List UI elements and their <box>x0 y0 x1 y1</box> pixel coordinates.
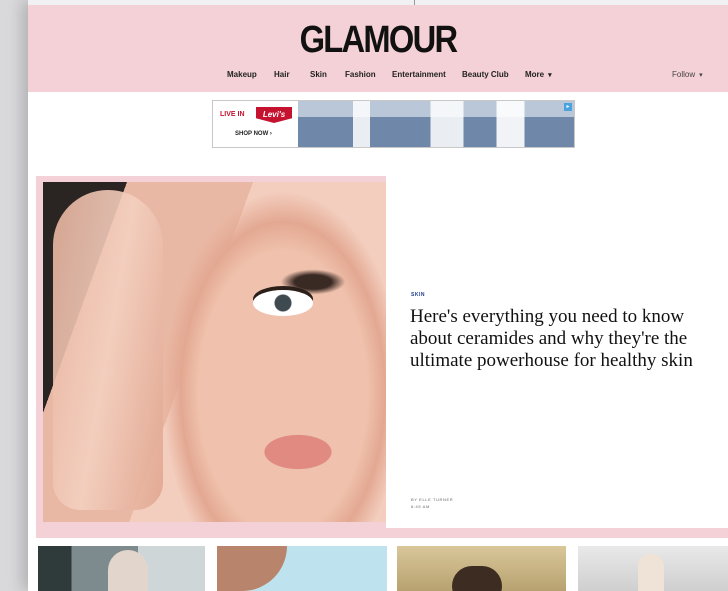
ad-choices-icon[interactable]: ▸ <box>564 103 572 111</box>
thumbnail-4[interactable] <box>578 546 728 591</box>
article-thumbnails <box>28 546 728 591</box>
nav-item-beauty-club[interactable]: Beauty Club <box>462 70 509 79</box>
ad-brand-panel: LIVE IN Levi's SHOP NOW › <box>213 101 298 147</box>
chevron-down-icon: ▾ <box>548 72 552 79</box>
hero-image-hand <box>53 190 163 510</box>
ad-shop-now[interactable]: SHOP NOW › <box>235 131 272 137</box>
byline-author[interactable]: BY ELLE TURNER <box>411 496 453 503</box>
nav-item-fashion[interactable]: Fashion <box>345 70 376 79</box>
browser-page: GLAMOUR Makeup Hair Skin Fashion Enterta… <box>28 0 728 591</box>
chevron-down-icon: ▾ <box>699 72 703 79</box>
nav-item-entertainment[interactable]: Entertainment <box>392 70 446 79</box>
article-headline[interactable]: Here's everything you need to know about… <box>410 306 725 372</box>
hero-image[interactable] <box>43 182 388 522</box>
nav-item-makeup[interactable]: Makeup <box>227 70 257 79</box>
main-nav: Makeup Hair Skin Fashion Entertainment B… <box>28 70 728 86</box>
thumbnail-3[interactable] <box>397 546 566 591</box>
site-header: GLAMOUR Makeup Hair Skin Fashion Enterta… <box>28 5 728 92</box>
ad-live-in: LIVE IN <box>220 111 245 118</box>
hero-image-eye <box>253 290 313 316</box>
thumbnail-1[interactable] <box>38 546 205 591</box>
hero-article-card: SKIN Here's everything you need to know … <box>386 176 728 528</box>
nav-item-more[interactable]: More ▾ <box>525 70 552 79</box>
levis-logo: Levi's <box>256 107 292 123</box>
site-logo[interactable]: GLAMOUR <box>77 19 679 62</box>
levis-ad-banner[interactable]: LIVE IN Levi's SHOP NOW › ▸ <box>212 100 575 148</box>
ad-photo <box>298 101 574 147</box>
follow-label: Follow <box>672 70 696 79</box>
article-byline: BY ELLE TURNER 8:45 AM <box>411 496 453 510</box>
follow-menu[interactable]: Follow ▾ <box>672 70 703 79</box>
nav-item-skin[interactable]: Skin <box>310 70 327 79</box>
nav-more-label: More <box>525 70 545 79</box>
article-category[interactable]: SKIN <box>411 292 425 298</box>
nav-item-hair[interactable]: Hair <box>274 70 290 79</box>
byline-time: 8:45 AM <box>411 504 430 509</box>
thumbnail-2[interactable] <box>217 546 387 591</box>
